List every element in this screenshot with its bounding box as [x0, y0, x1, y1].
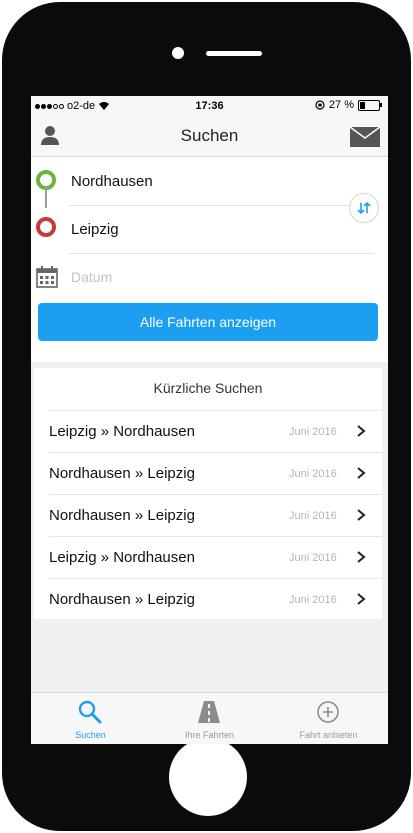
tab-search[interactable]: Suchen [31, 693, 150, 744]
search-icon [78, 700, 102, 724]
recent-date: Juni 2016 [289, 510, 337, 522]
recent-route: Leipzig » Nordhausen [49, 423, 195, 440]
recent-route: Nordhausen » Leipzig [49, 507, 195, 524]
recent-search-item[interactable]: Leipzig » Nordhausen Juni 2016 [34, 536, 382, 578]
divider [49, 536, 382, 537]
route-connector [45, 186, 47, 208]
rotation-lock-icon [315, 100, 325, 110]
battery-percent: 27 % [328, 99, 354, 111]
recent-search-item[interactable]: Leipzig » Nordhausen Juni 2016 [34, 410, 382, 452]
page-title: Suchen [180, 126, 239, 145]
destination-marker-icon [36, 217, 56, 237]
app-screen: o2-de 17:36 27 % Suchen Nordhausen Leipz… [31, 96, 388, 744]
swap-route-button[interactable] [349, 193, 379, 223]
tab-label: Fahrt anbieten [299, 730, 358, 740]
battery-icon [358, 99, 382, 111]
recent-searches: Kürzliche Suchen Leipzig » Nordhausen Ju… [34, 368, 382, 619]
show-all-rides-button[interactable]: Alle Fahrten anzeigen [38, 303, 378, 341]
divider [69, 253, 374, 254]
front-camera [172, 47, 184, 59]
recent-date: Juni 2016 [289, 594, 337, 606]
recent-date: Juni 2016 [289, 468, 337, 480]
home-button[interactable] [169, 738, 247, 816]
recent-route: Leipzig » Nordhausen [49, 549, 195, 566]
chevron-right-icon [357, 593, 366, 605]
tab-bar: Suchen Ihre Fahrten Fahrt anbieten [31, 692, 388, 744]
search-form: Nordhausen Leipzig Datum Alle Fahrten an… [31, 157, 388, 362]
divider [49, 410, 382, 411]
origin-field[interactable]: Nordhausen [71, 173, 153, 190]
road-icon [198, 701, 220, 723]
calendar-icon [36, 266, 58, 288]
chevron-right-icon [357, 551, 366, 563]
divider [69, 205, 374, 206]
tab-label: Suchen [75, 730, 106, 740]
nav-bar: Suchen [31, 116, 388, 157]
date-field[interactable]: Datum [71, 269, 112, 285]
tab-offer-ride[interactable]: Fahrt anbieten [269, 693, 388, 744]
tab-label: Ihre Fahrten [184, 730, 235, 740]
chevron-right-icon [357, 425, 366, 437]
divider [49, 452, 382, 453]
divider [49, 578, 382, 579]
recent-searches-title: Kürzliche Suchen [153, 380, 263, 396]
plus-circle-icon [317, 701, 339, 723]
divider [49, 494, 382, 495]
swap-arrows-icon [357, 201, 371, 215]
status-bar: o2-de 17:36 27 % [31, 96, 388, 116]
chevron-right-icon [357, 509, 366, 521]
battery-status: 27 % [315, 99, 382, 111]
recent-search-item[interactable]: Nordhausen » Leipzig Juni 2016 [34, 494, 382, 536]
recent-route: Nordhausen » Leipzig [49, 591, 195, 608]
earpiece-speaker [206, 51, 262, 56]
recent-search-item[interactable]: Nordhausen » Leipzig Juni 2016 [34, 452, 382, 494]
recent-date: Juni 2016 [289, 552, 337, 564]
mail-icon[interactable] [350, 127, 380, 147]
tab-your-rides[interactable]: Ihre Fahrten [150, 693, 269, 744]
chevron-right-icon [357, 467, 366, 479]
recent-search-item[interactable]: Nordhausen » Leipzig Juni 2016 [34, 578, 382, 620]
recent-route: Nordhausen » Leipzig [49, 465, 195, 482]
recent-date: Juni 2016 [289, 426, 337, 438]
destination-field[interactable]: Leipzig [71, 221, 119, 238]
